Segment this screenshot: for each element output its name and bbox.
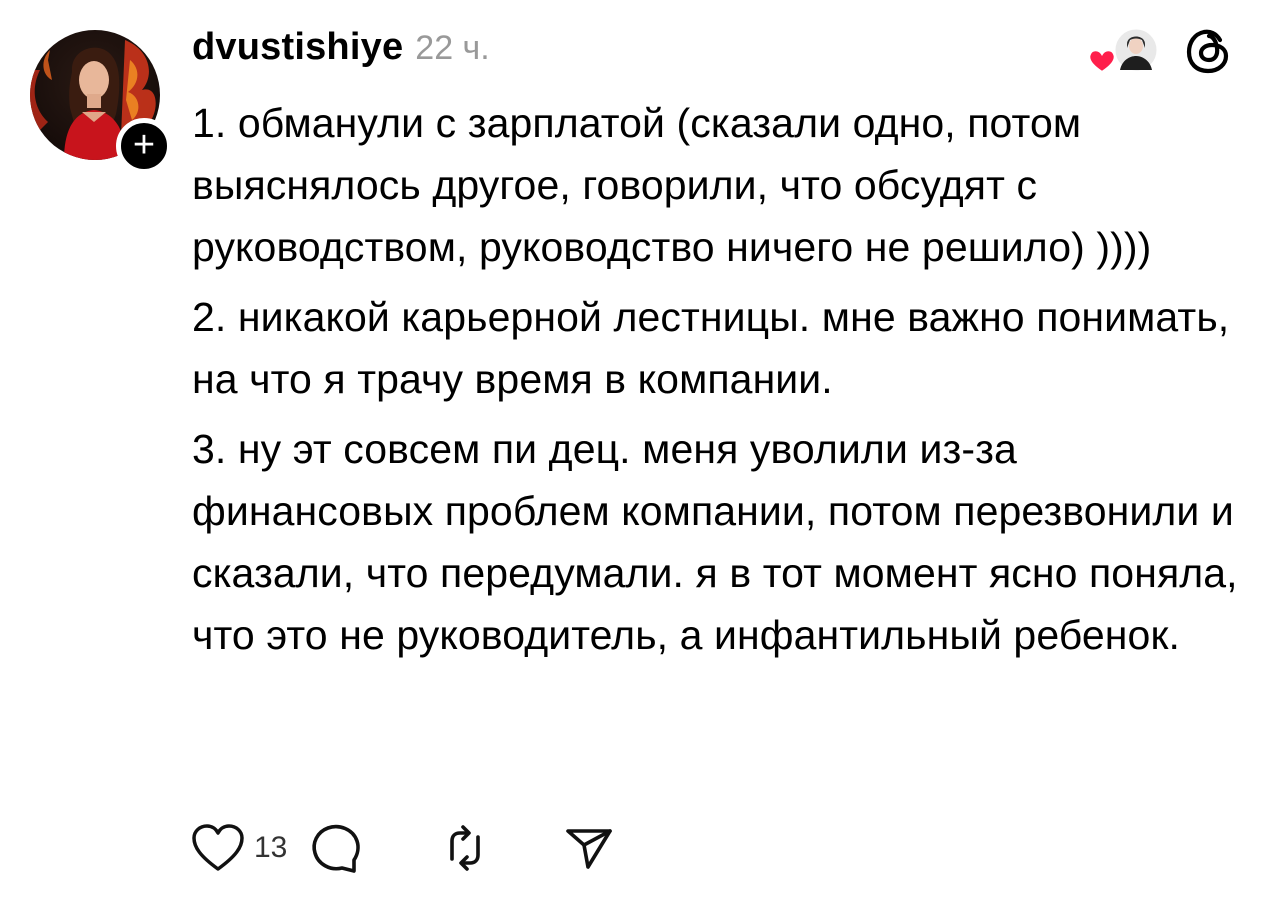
liked-by-graphic [1088, 26, 1160, 74]
threads-logo-icon[interactable] [1182, 24, 1236, 78]
heart-outline-icon [192, 824, 244, 871]
post-time: 22 ч. [415, 29, 490, 67]
post-header: dvustishiye 22 ч. [192, 26, 490, 74]
threads-logo-graphic [1186, 29, 1229, 74]
repost-button[interactable] [438, 821, 562, 875]
repost-icon [450, 825, 480, 871]
like-count: 13 [254, 831, 288, 864]
liked-by-indicator[interactable] [1086, 24, 1166, 80]
share-button[interactable] [562, 821, 616, 875]
send-icon [566, 829, 612, 869]
author-avatar-container[interactable]: + [30, 30, 172, 174]
heart-filled-icon [1088, 49, 1116, 74]
comment-button[interactable] [308, 821, 438, 875]
speech-bubble-icon [312, 824, 360, 873]
post-paragraph-1: 1. обманули с зарплатой (сказали одно, п… [192, 100, 1152, 270]
post-paragraph-2: 2. никакой карьерной лестницы. мне важно… [192, 294, 1230, 402]
like-button[interactable]: 13 [190, 823, 308, 873]
author-username[interactable]: dvustishiye [192, 26, 403, 69]
post-paragraph-3: 3. ну эт совсем пи дец. меня уволили из-… [192, 426, 1238, 658]
post-actions: 13 [190, 820, 616, 876]
follow-plus-button[interactable]: + [116, 118, 172, 174]
post-body: 1. обманули с зарплатой (сказали одно, п… [192, 92, 1262, 666]
